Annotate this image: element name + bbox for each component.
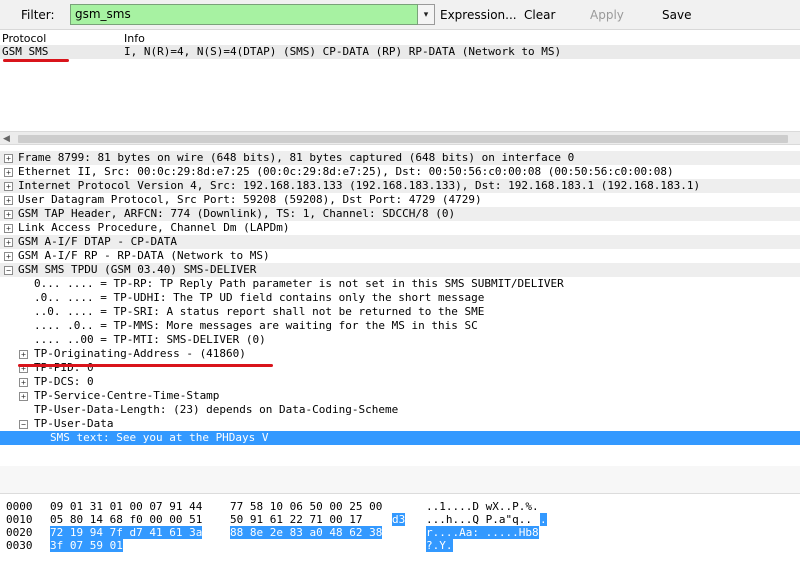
bytes-row[interactable]: 0000 09 01 31 01 00 07 91 44 77 58 10 06… xyxy=(0,500,800,513)
packet-info: I, N(R)=4, N(S)=4(DTAP) (SMS) CP-DATA (R… xyxy=(124,45,562,58)
tree-item-tp-udhi[interactable]: .0.. .... = TP-UDHI: The TP UD field con… xyxy=(0,291,800,305)
column-header-info[interactable]: Info xyxy=(124,32,145,45)
tree-item-tp-user-data[interactable]: − TP-User-Data xyxy=(0,417,800,431)
bytes-row[interactable]: 0020 72 19 94 7f d7 41 61 3a 88 8e 2e 83… xyxy=(0,526,800,539)
red-underline-originating-address xyxy=(18,364,273,367)
filter-label: Filter: xyxy=(21,8,55,22)
bytes-row[interactable]: 0030 3f 07 59 01 ?.Y. xyxy=(0,539,800,552)
ascii-selection: r....Aa: .....Hb8 xyxy=(426,526,539,539)
bytes-row[interactable]: 0010 05 80 14 68 f0 00 00 51 50 91 61 22… xyxy=(0,513,800,526)
tree-item-lapdm[interactable]: + Link Access Procedure, Channel Dm (LAP… xyxy=(0,221,800,235)
expand-icon[interactable]: + xyxy=(4,154,13,163)
tree-item-frame[interactable]: + Frame 8799: 81 bytes on wire (648 bits… xyxy=(0,151,800,165)
bytes-selection: 72 19 94 7f d7 41 61 3a xyxy=(50,526,203,539)
tree-item-tp-dcs[interactable]: + TP-DCS: 0 xyxy=(0,375,800,389)
clear-button[interactable]: Clear xyxy=(524,8,555,22)
tree-item-tp-originating-address[interactable]: + TP-Originating-Address - (41860) xyxy=(0,347,800,361)
tree-item-ipv4[interactable]: + Internet Protocol Version 4, Src: 192.… xyxy=(0,179,800,193)
expand-icon[interactable]: + xyxy=(4,168,13,177)
expression-button[interactable]: Expression... xyxy=(440,8,517,22)
column-header-protocol[interactable]: Protocol xyxy=(2,32,46,45)
tree-item-tp-sri[interactable]: ..0. .... = TP-SRI: A status report shal… xyxy=(0,305,800,319)
filter-dropdown-button[interactable]: ▾ xyxy=(418,4,435,25)
expand-icon[interactable]: + xyxy=(4,196,13,205)
collapse-icon[interactable]: − xyxy=(4,266,13,275)
tree-item-tp-scts[interactable]: + TP-Service-Centre-Time-Stamp xyxy=(0,389,800,403)
tree-item-tp-mti[interactable]: .... ..00 = TP-MTI: SMS-DELIVER (0) xyxy=(0,333,800,347)
expand-icon[interactable]: + xyxy=(4,182,13,191)
expand-icon[interactable]: + xyxy=(4,210,13,219)
pane-divider[interactable] xyxy=(0,466,800,494)
expand-icon[interactable]: + xyxy=(19,350,28,359)
tree-item-dtap[interactable]: + GSM A-I/F DTAP - CP-DATA xyxy=(0,235,800,249)
packet-row[interactable]: GSM SMS I, N(R)=4, N(S)=4(DTAP) (SMS) CP… xyxy=(0,45,800,59)
horizontal-scrollbar[interactable]: ◀ xyxy=(0,131,800,145)
expand-icon[interactable]: + xyxy=(4,224,13,233)
filter-toolbar: Filter: gsm_sms ▾ Expression... Clear Ap… xyxy=(0,0,800,30)
packet-protocol: GSM SMS xyxy=(2,45,49,58)
tree-item-ethernet[interactable]: + Ethernet II, Src: 00:0c:29:8d:e7:25 (0… xyxy=(0,165,800,179)
tree-item-tp-rp[interactable]: 0... .... = TP-RP: TP Reply Path paramet… xyxy=(0,277,800,291)
packet-list-header: Protocol Info xyxy=(0,32,800,46)
ascii-selection: ?.Y. xyxy=(426,539,453,552)
scroll-left-arrow-icon[interactable]: ◀ xyxy=(3,134,10,144)
ascii-selection: . xyxy=(540,513,547,526)
tree-item-tp-mms[interactable]: .... .0.. = TP-MMS: More messages are wa… xyxy=(0,319,800,333)
tree-item-udp[interactable]: + User Datagram Protocol, Src Port: 5920… xyxy=(0,193,800,207)
expand-icon[interactable]: + xyxy=(19,378,28,387)
expand-icon[interactable]: + xyxy=(4,238,13,247)
apply-button[interactable]: Apply xyxy=(590,8,624,22)
collapse-icon[interactable]: − xyxy=(19,420,28,429)
red-underline-protocol xyxy=(3,59,69,62)
expand-icon[interactable]: + xyxy=(19,392,28,401)
bytes-selection: 88 8e 2e 83 a0 48 62 38 xyxy=(230,526,383,539)
tree-item-sms-text[interactable]: SMS text: See you at the PHDays V xyxy=(0,431,800,445)
expand-icon[interactable]: + xyxy=(4,252,13,261)
scrollbar-thumb[interactable] xyxy=(18,135,788,143)
display-filter-input[interactable]: gsm_sms xyxy=(70,4,418,25)
tree-item-sms-tpdu[interactable]: − GSM SMS TPDU (GSM 03.40) SMS-DELIVER xyxy=(0,263,800,277)
tree-item-tp-udl[interactable]: TP-User-Data-Length: (23) depends on Dat… xyxy=(0,403,800,417)
tree-item-gsmtap[interactable]: + GSM TAP Header, ARFCN: 774 (Downlink),… xyxy=(0,207,800,221)
save-button[interactable]: Save xyxy=(662,8,691,22)
tree-item-rp-data[interactable]: + GSM A-I/F RP - RP-DATA (Network to MS) xyxy=(0,249,800,263)
bytes-selection: d3 xyxy=(392,513,406,526)
chevron-down-icon: ▾ xyxy=(423,9,429,20)
bytes-selection: 3f 07 59 01 xyxy=(50,539,123,552)
